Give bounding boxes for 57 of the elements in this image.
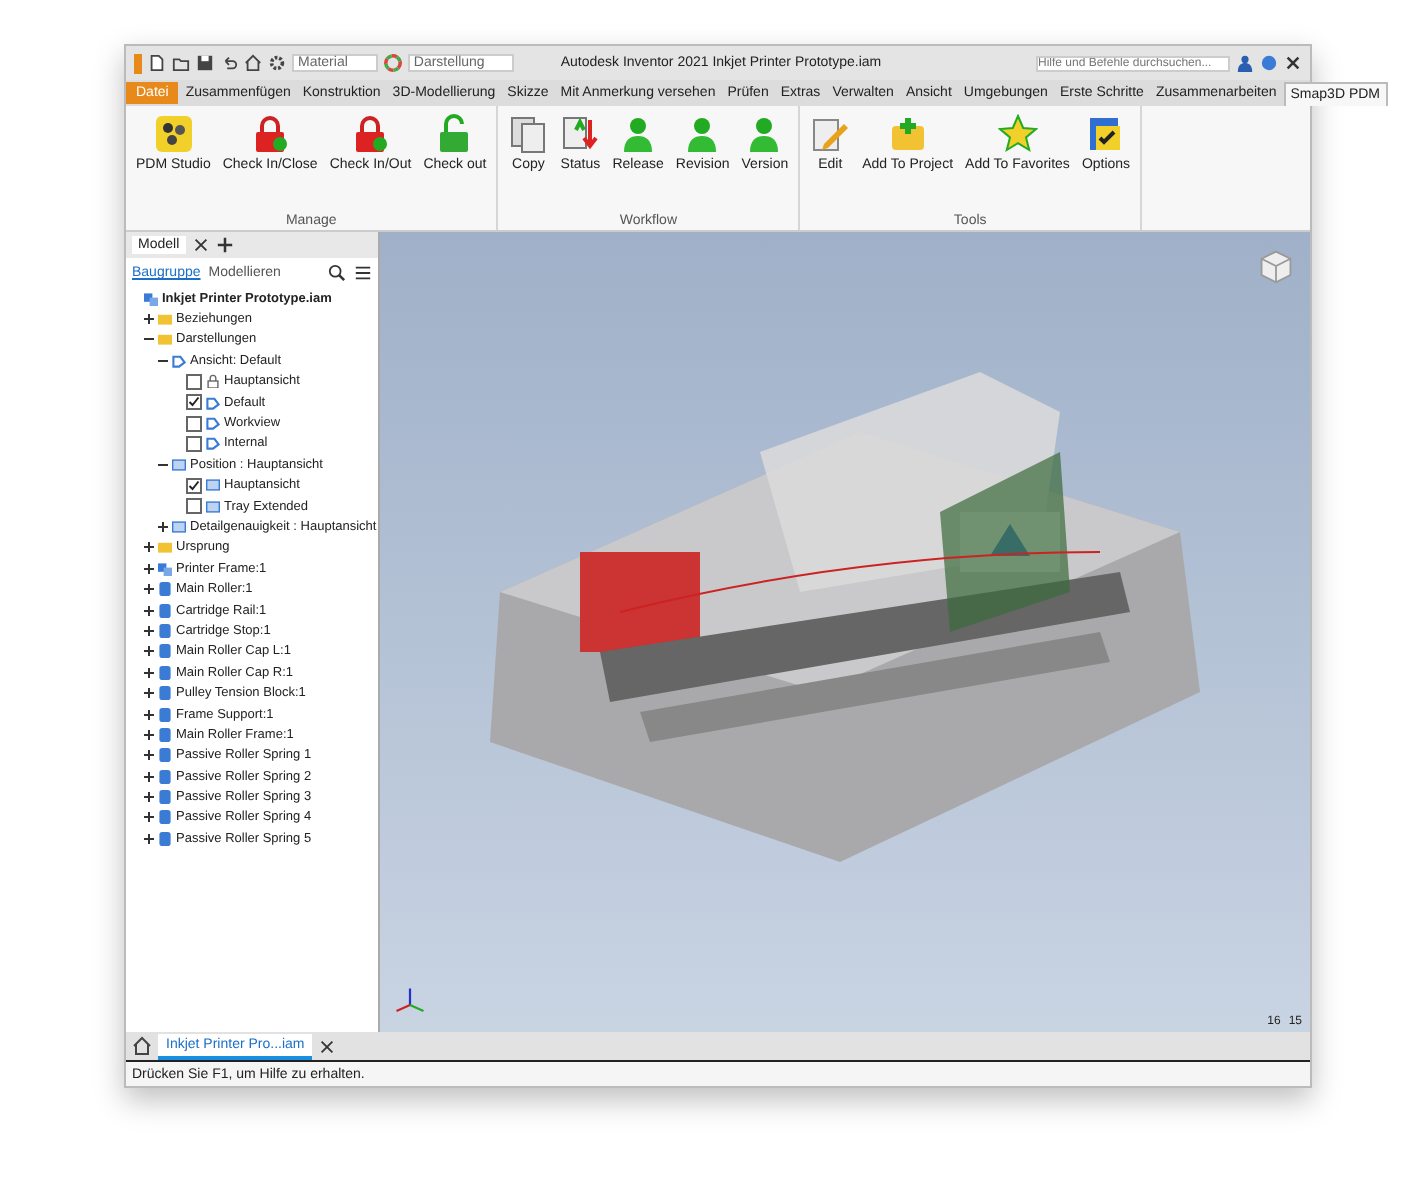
search-icon[interactable] bbox=[328, 264, 346, 282]
close-icon[interactable] bbox=[318, 1037, 337, 1055]
collapse-toggle[interactable] bbox=[158, 459, 168, 470]
expand-toggle[interactable] bbox=[144, 563, 154, 574]
home-icon[interactable] bbox=[132, 1036, 152, 1056]
new-file-icon[interactable] bbox=[148, 54, 166, 72]
plus-folder-icon bbox=[887, 114, 928, 154]
expand-toggle[interactable] bbox=[144, 542, 154, 553]
undo-icon[interactable] bbox=[220, 54, 238, 72]
checkbox[interactable] bbox=[186, 477, 202, 494]
close-icon[interactable] bbox=[1284, 54, 1302, 72]
checkbox[interactable] bbox=[186, 435, 202, 452]
pages-icon bbox=[508, 114, 549, 154]
collapse-toggle[interactable] bbox=[158, 355, 168, 366]
close-icon[interactable] bbox=[191, 236, 210, 254]
save-icon[interactable] bbox=[196, 54, 214, 72]
padlock-icon bbox=[350, 114, 391, 154]
checkbox[interactable] bbox=[186, 394, 202, 411]
document-arrows-icon bbox=[560, 114, 601, 154]
expand-toggle[interactable] bbox=[144, 688, 154, 699]
view-icon bbox=[172, 353, 186, 368]
checkbox[interactable] bbox=[186, 373, 202, 390]
expand-toggle[interactable] bbox=[144, 625, 154, 636]
add-icon[interactable] bbox=[215, 236, 234, 254]
expand-toggle[interactable] bbox=[144, 792, 154, 803]
expand-toggle[interactable] bbox=[144, 833, 154, 844]
expand-toggle[interactable] bbox=[144, 750, 154, 761]
assembly-icon bbox=[158, 561, 172, 576]
folder-icon bbox=[158, 540, 172, 555]
menu-icon[interactable] bbox=[354, 264, 372, 282]
position-icon bbox=[172, 519, 186, 534]
expand-toggle[interactable] bbox=[144, 584, 154, 595]
position-icon bbox=[172, 457, 186, 472]
expand-toggle[interactable] bbox=[144, 729, 154, 740]
expand-toggle[interactable] bbox=[144, 709, 154, 719]
padlock-icon bbox=[206, 374, 220, 389]
expand-toggle[interactable] bbox=[144, 646, 154, 657]
home-icon[interactable] bbox=[244, 54, 262, 72]
expand-toggle[interactable] bbox=[158, 521, 168, 532]
checkbox[interactable] bbox=[186, 498, 202, 515]
folder-icon[interactable] bbox=[172, 54, 190, 72]
pencil-icon bbox=[810, 114, 851, 154]
user-icon[interactable] bbox=[1236, 54, 1254, 72]
gear-icon[interactable] bbox=[268, 54, 286, 72]
padlock-icon bbox=[250, 114, 291, 154]
expand-toggle[interactable] bbox=[144, 667, 154, 678]
collapse-toggle[interactable] bbox=[144, 334, 154, 345]
expand-toggle[interactable] bbox=[144, 314, 154, 325]
assembly-icon bbox=[144, 291, 158, 306]
checklist-icon bbox=[1086, 114, 1126, 154]
star-icon bbox=[997, 114, 1038, 154]
dotted-badge-icon bbox=[153, 114, 194, 154]
expand-toggle[interactable] bbox=[144, 812, 154, 823]
color-wheel-icon[interactable] bbox=[383, 54, 402, 72]
checkbox[interactable] bbox=[186, 415, 202, 432]
expand-toggle[interactable] bbox=[144, 771, 154, 782]
expand-toggle[interactable] bbox=[144, 605, 154, 616]
